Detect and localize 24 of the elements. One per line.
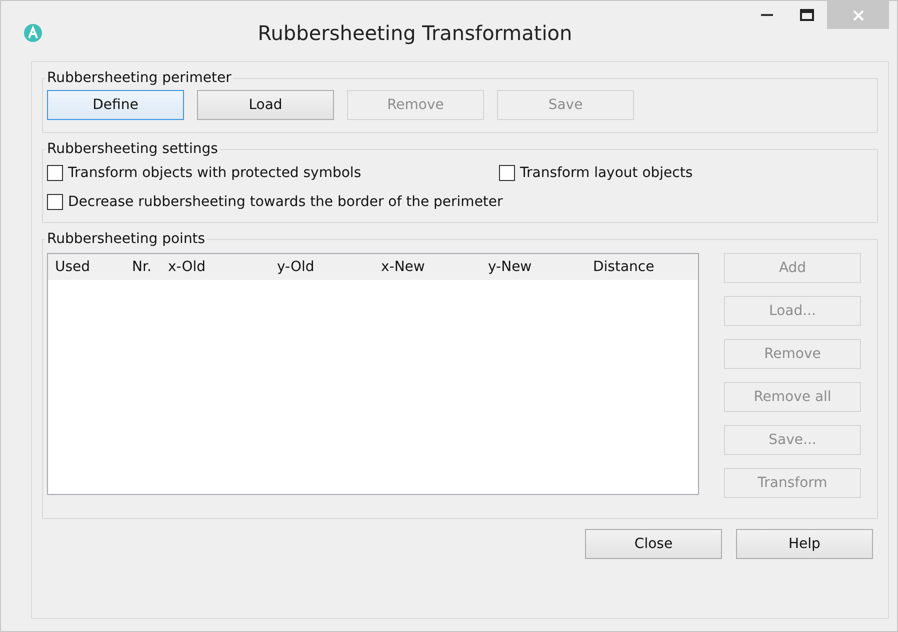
close-icon bbox=[852, 10, 864, 20]
dialog-button[interactable]: Define bbox=[47, 90, 184, 120]
app-logo-icon bbox=[23, 23, 43, 43]
column-header[interactable]: x-New bbox=[374, 259, 481, 275]
dialog-button[interactable]: Help bbox=[736, 529, 873, 559]
column-header[interactable]: Used bbox=[48, 259, 125, 275]
column-header[interactable]: Distance bbox=[586, 259, 686, 275]
checkbox-option[interactable]: Transform objects with protected symbols bbox=[47, 165, 499, 181]
checkbox[interactable] bbox=[47, 194, 63, 210]
minimize-icon bbox=[761, 14, 773, 16]
maximize-icon bbox=[800, 9, 814, 21]
dialog-button[interactable]: Close bbox=[585, 529, 722, 559]
group-title: Rubbersheeting perimeter bbox=[46, 70, 232, 86]
group-title: Rubbersheeting settings bbox=[46, 141, 219, 157]
checkbox[interactable] bbox=[499, 165, 515, 181]
column-header[interactable]: Nr. bbox=[125, 259, 161, 275]
window-title: Rubbersheeting Transformation bbox=[256, 21, 574, 45]
group-title: Rubbersheeting points bbox=[46, 231, 206, 247]
dialog-button[interactable]: Load bbox=[197, 90, 334, 120]
checkbox[interactable] bbox=[47, 165, 63, 181]
column-header[interactable]: x-Old bbox=[161, 259, 270, 275]
column-header[interactable]: y-Old bbox=[270, 259, 374, 275]
column-header[interactable]: y-New bbox=[481, 259, 586, 275]
checkbox-label: Transform objects with protected symbols bbox=[68, 165, 362, 181]
